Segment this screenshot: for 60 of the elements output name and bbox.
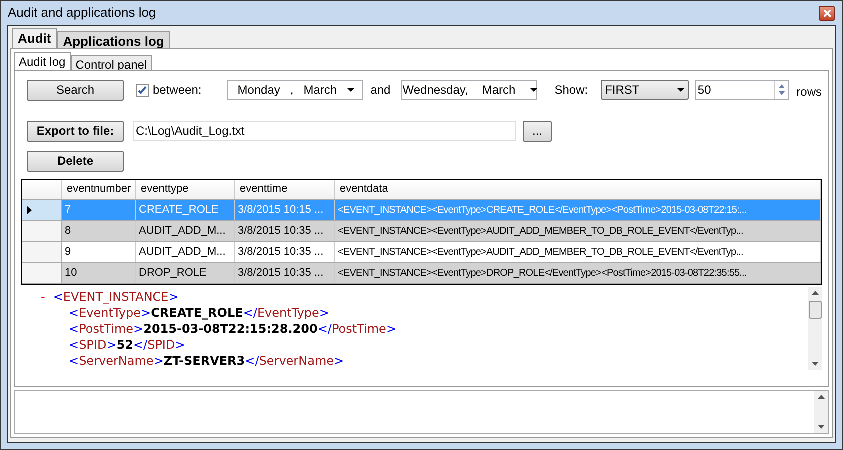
delete-button[interactable]: Delete <box>27 150 124 172</box>
window-title: Audit and applications log <box>8 4 156 22</box>
scroll-up-icon[interactable] <box>818 395 824 399</box>
close-icon <box>824 10 830 16</box>
table-cell: <EVENT_INSTANCE><EventType>CREATE_ROLE</EventType><PostTime>2015-03-08T22:15:... <box>335 200 821 220</box>
xml-line: <ServerName>ZT-SERVER3</ServerName> <box>69 353 344 369</box>
scrollbar[interactable] <box>808 287 822 370</box>
caret-icon <box>676 88 685 92</box>
table-cell: DROP_ROLE <box>136 263 235 283</box>
rows-spinner[interactable]: 50 <box>694 80 789 100</box>
current-row-icon <box>27 206 32 214</box>
table-cell: <EVENT_INSTANCE><EventType>DROP_ROLE</EventType><PostTime>2015-03-08T22:35:55... <box>335 263 821 283</box>
table-cell: AUDIT_ADD_M... <box>136 221 235 241</box>
xml-line: <EventType>CREATE_ROLE</EventType> <box>69 305 330 321</box>
column-header[interactable]: eventdata <box>335 180 821 199</box>
scrollbar[interactable] <box>814 391 828 433</box>
column-header[interactable]: eventtype <box>136 180 235 199</box>
search-button[interactable]: Search <box>27 80 124 100</box>
table-cell: AUDIT_ADD_M... <box>136 242 235 262</box>
browse-button[interactable]: ... <box>523 120 552 142</box>
date-picker[interactable]: Monday , March <box>226 80 363 100</box>
table-cell: <EVENT_INSTANCE><EventType>AUDIT_ADD_MEMBER_TO_DB_ROLE_EVENT</EventTyp... <box>335 221 821 241</box>
table-cell: 8 <box>62 221 136 241</box>
table-cell: 7 <box>62 200 136 220</box>
show-dropdown[interactable]: FIRST <box>601 80 689 100</box>
table-cell: 3/8/2015 10:35 ... <box>235 263 335 283</box>
checkbox[interactable] <box>136 84 149 96</box>
tab[interactable]: Audit log <box>14 52 71 70</box>
table-cell: 3/8/2015 10:15 ... <box>235 200 335 220</box>
column-header[interactable]: eventtime <box>235 180 335 199</box>
caret-icon <box>530 88 538 92</box>
tab[interactable]: Audit <box>12 28 58 48</box>
and-label: and <box>370 82 391 99</box>
rows-label: rows <box>796 84 822 101</box>
scroll-down-icon[interactable] <box>818 425 824 429</box>
table-cell: <EVENT_INSTANCE><EventType>AUDIT_ADD_MEMBER_TO_DB_ROLE_EVENT</EventTyp... <box>335 242 821 262</box>
table-row[interactable]: 10 DROP_ROLE 3/8/2015 10:35 ... <EVENT_INSTANCE><EventType>DROP_ROLE</EventType><PostTime>2015-03-08T22:35:55... <box>22 263 821 284</box>
xml-line: <PostTime>2015-03-08T22:15:28.200</PostTime> <box>69 321 397 337</box>
column-header[interactable]: eventnumber <box>62 180 136 199</box>
scroll-thumb[interactable] <box>808 301 822 319</box>
xml-line: <SPID>52</SPID> <box>69 337 186 353</box>
table-cell: CREATE_ROLE <box>136 200 235 220</box>
table-row[interactable]: 8 AUDIT_ADD_M... 3/8/2015 10:35 ... <EVENT_INSTANCE><EventType>AUDIT_ADD_MEMBER_TO_DB_ROLE_EVENT</EventTyp... <box>22 221 821 242</box>
table-cell: 3/8/2015 10:35 ... <box>235 221 335 241</box>
show-label: Show: <box>554 82 588 99</box>
between-label: between: <box>153 82 202 99</box>
date-picker[interactable]: Wednesday, March <box>400 80 537 100</box>
close-button[interactable] <box>819 6 835 20</box>
path-field[interactable]: C:\Log\Audit_Log.txt <box>133 121 516 141</box>
table-row[interactable]: 9 AUDIT_ADD_M... 3/8/2015 10:35 ... <EVENT_INSTANCE><EventType>AUDIT_ADD_MEMBER_TO_DB_ROLE_EVENT</EventTyp... <box>22 242 821 263</box>
export-button[interactable]: Export to file: <box>27 120 124 142</box>
tab[interactable]: Applications log <box>57 31 170 48</box>
tab[interactable]: Control panel <box>70 55 152 70</box>
table-cell: 3/8/2015 10:35 ... <box>235 242 335 262</box>
scroll-up-icon[interactable] <box>812 291 818 295</box>
caret-icon <box>347 88 356 92</box>
table-cell: 10 <box>62 263 136 283</box>
table-cell: 9 <box>62 242 136 262</box>
xml-line: - <EVENT_INSTANCE> <box>41 289 179 305</box>
scroll-down-icon[interactable] <box>812 362 818 366</box>
